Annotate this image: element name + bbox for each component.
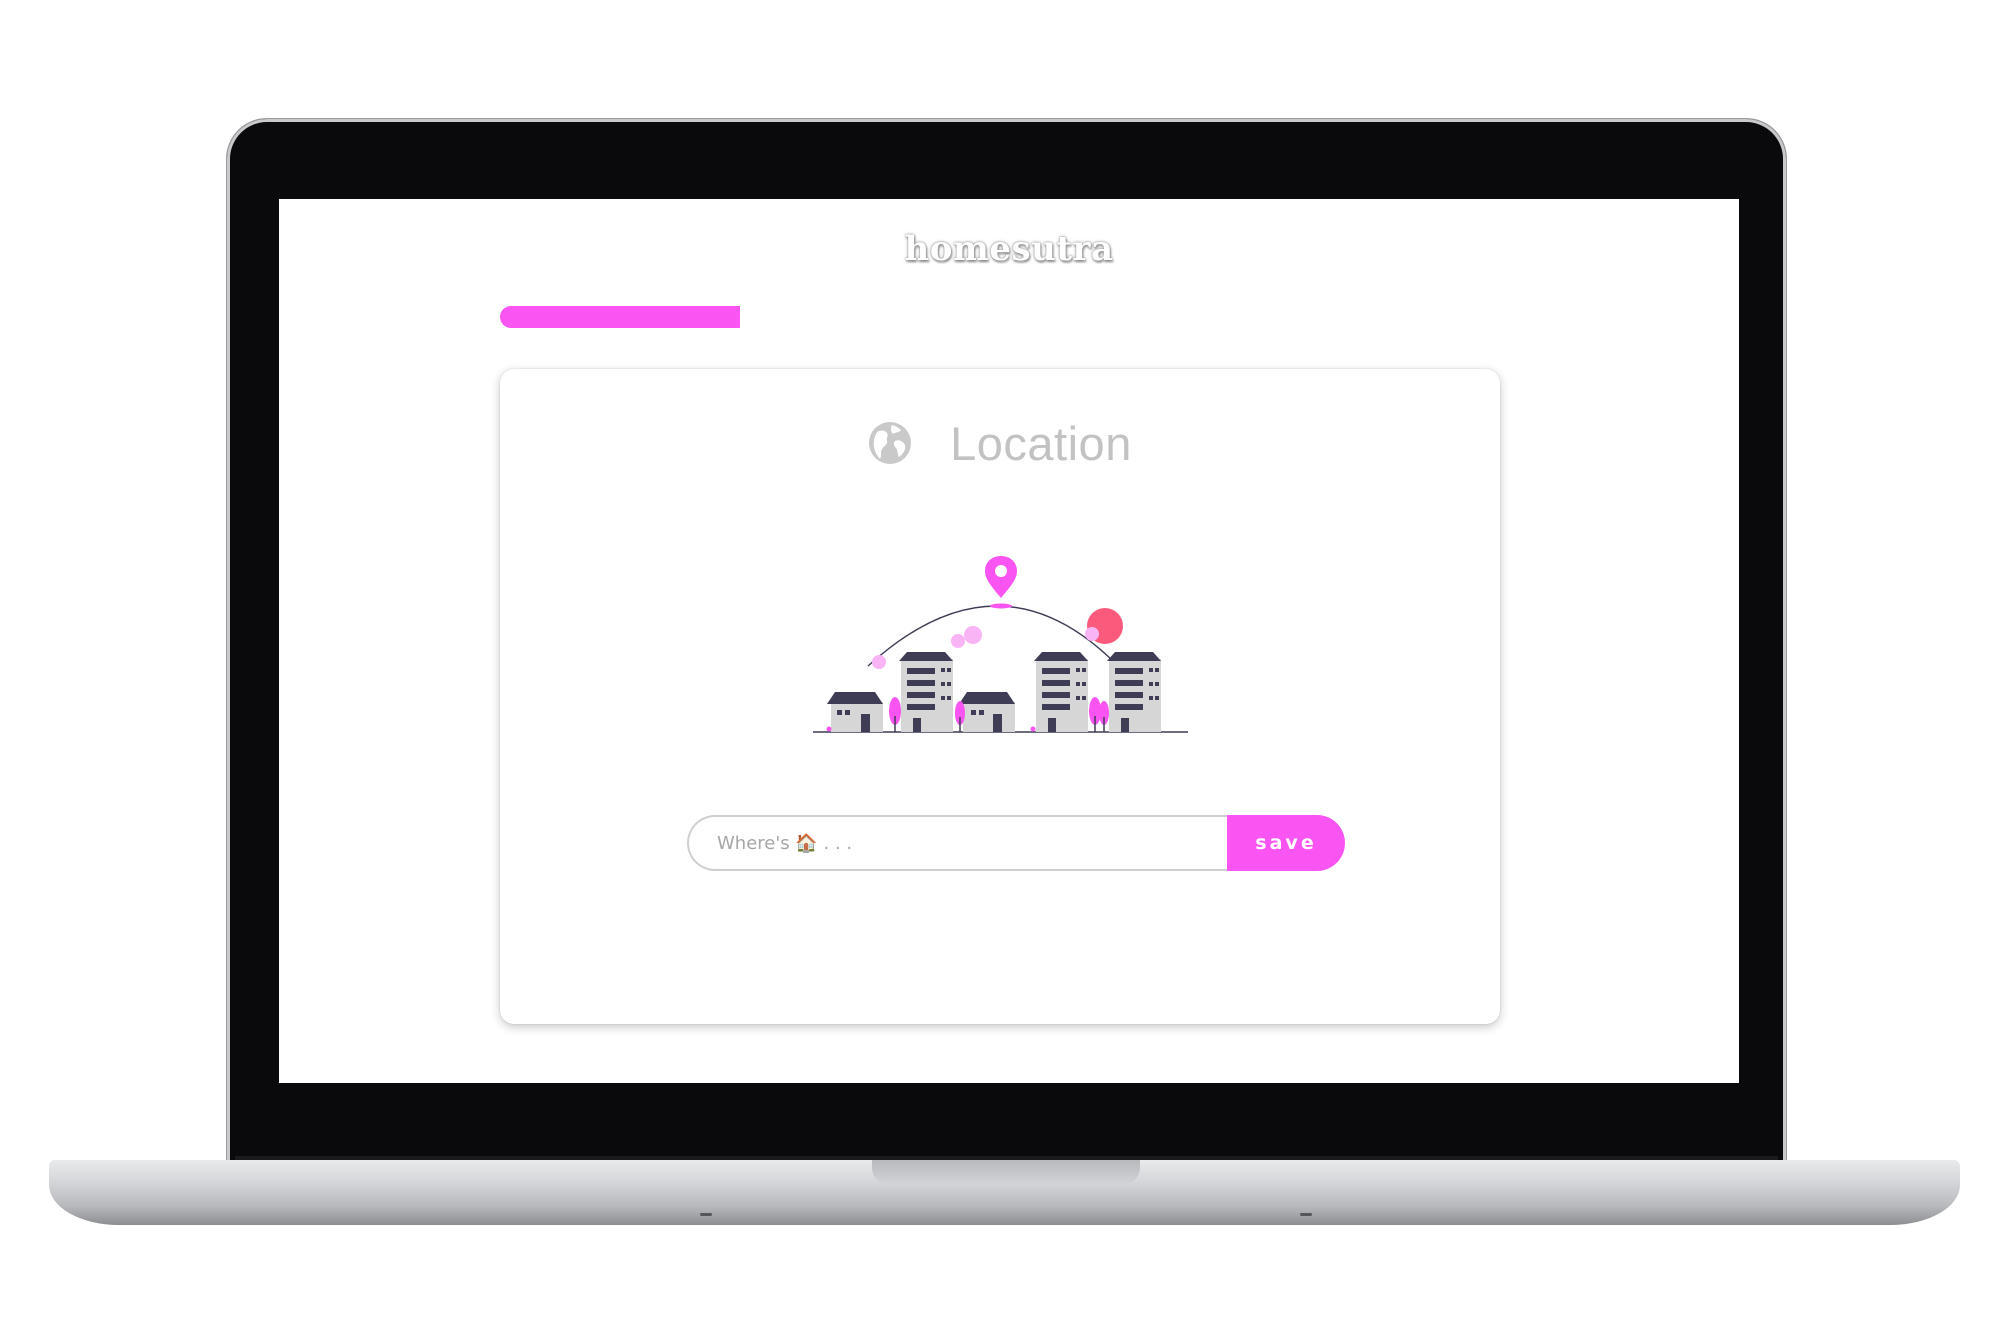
- tree: [1099, 701, 1109, 732]
- progress-bar: [500, 306, 1500, 328]
- location-pin-icon: [985, 556, 1017, 609]
- flower: [826, 726, 832, 732]
- house-building: [959, 692, 1015, 732]
- location-search-group: save: [687, 815, 1345, 871]
- apartment-building: [1107, 652, 1161, 732]
- card-header: Location: [500, 413, 1500, 473]
- bubble: [951, 634, 965, 648]
- city-location-illustration: [813, 556, 1188, 733]
- tree: [889, 697, 901, 732]
- bubble: [1085, 627, 1099, 641]
- flower: [1030, 726, 1036, 732]
- app-screen: homesutra Location Where's 🏠 . . . save: [279, 199, 1739, 1083]
- laptop-notch: [872, 1160, 1140, 1184]
- location-card: Location Where's 🏠 . . . save: [500, 369, 1500, 1024]
- location-input[interactable]: [687, 815, 1227, 871]
- save-button[interactable]: save: [1227, 815, 1345, 871]
- card-title: Location: [950, 416, 1132, 470]
- brand-logo[interactable]: homesutra: [279, 229, 1739, 269]
- bubble: [872, 655, 886, 669]
- globe-icon: [869, 422, 912, 464]
- bubble: [964, 626, 982, 644]
- apartment-building: [1034, 652, 1088, 732]
- progress-bar-fill: [500, 306, 740, 328]
- house-building: [827, 692, 883, 732]
- apartment-building: [899, 652, 953, 732]
- laptop-foot: [700, 1213, 712, 1216]
- laptop-foot: [1300, 1213, 1312, 1216]
